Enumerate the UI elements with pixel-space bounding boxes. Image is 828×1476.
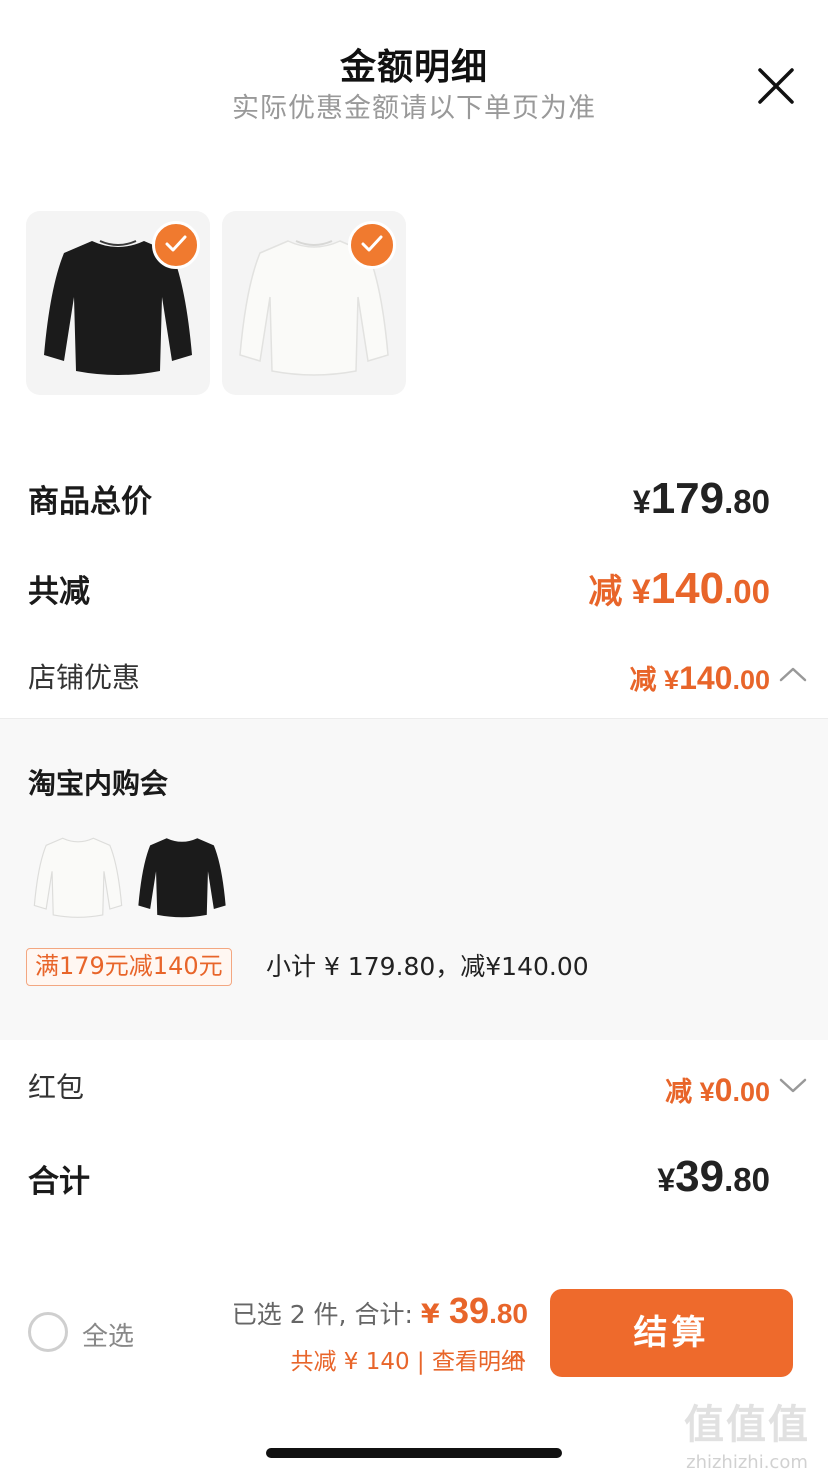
modal-title: 金额明细 (339, 47, 488, 88)
promo-title: 淘宝内购会 (28, 767, 169, 800)
discount-label: 共减 (28, 574, 90, 610)
select-all-label[interactable]: 全选 (82, 1316, 134, 1353)
select-all-radio[interactable] (28, 1312, 68, 1352)
shop-discount-label: 店铺优惠 (28, 661, 141, 694)
red-packet-label: 红包 (28, 1071, 85, 1104)
product-thumbnail-white[interactable] (222, 211, 406, 395)
modal-subtitle: 实际优惠金额请以下单页为准 (232, 93, 596, 124)
selected-summary: 已选 2 件, 合计: ¥ 39.80 (231, 1290, 528, 1331)
total-price-label: 商品总价 (28, 484, 152, 520)
product-thumbnail-black[interactable] (26, 211, 210, 395)
close-icon[interactable] (754, 64, 798, 108)
watermark-logo: 值值值 zhizhizhi.com (684, 1402, 810, 1473)
promo-subtotal: 小计 ¥ 179.80，减¥140.00 (266, 952, 589, 981)
shop-discount-value[interactable]: 减 ¥140.00 (630, 658, 770, 697)
sum-label: 合计 (28, 1164, 90, 1200)
promo-rule-tag: 满179元减140元 (26, 948, 232, 986)
checked-icon[interactable] (152, 221, 200, 269)
home-indicator (266, 1448, 562, 1458)
total-price-value: ¥179.80 (632, 474, 770, 523)
chevron-up-icon[interactable] (778, 664, 808, 684)
promo-item-black (136, 830, 228, 922)
chevron-down-icon[interactable] (778, 1076, 808, 1096)
chevron-up-small-icon[interactable] (508, 1350, 526, 1364)
checked-icon[interactable] (348, 221, 396, 269)
sum-value: ¥39.80 (657, 1152, 770, 1201)
discount-value: 减 ¥140.00 (588, 564, 770, 613)
red-packet-value[interactable]: 减 ¥0.00 (665, 1070, 770, 1109)
checkout-button[interactable]: 结算 (550, 1289, 793, 1377)
view-details-link[interactable]: 共减 ¥ 140 | 查看明细 (290, 1342, 524, 1376)
promo-item-white (32, 830, 124, 922)
